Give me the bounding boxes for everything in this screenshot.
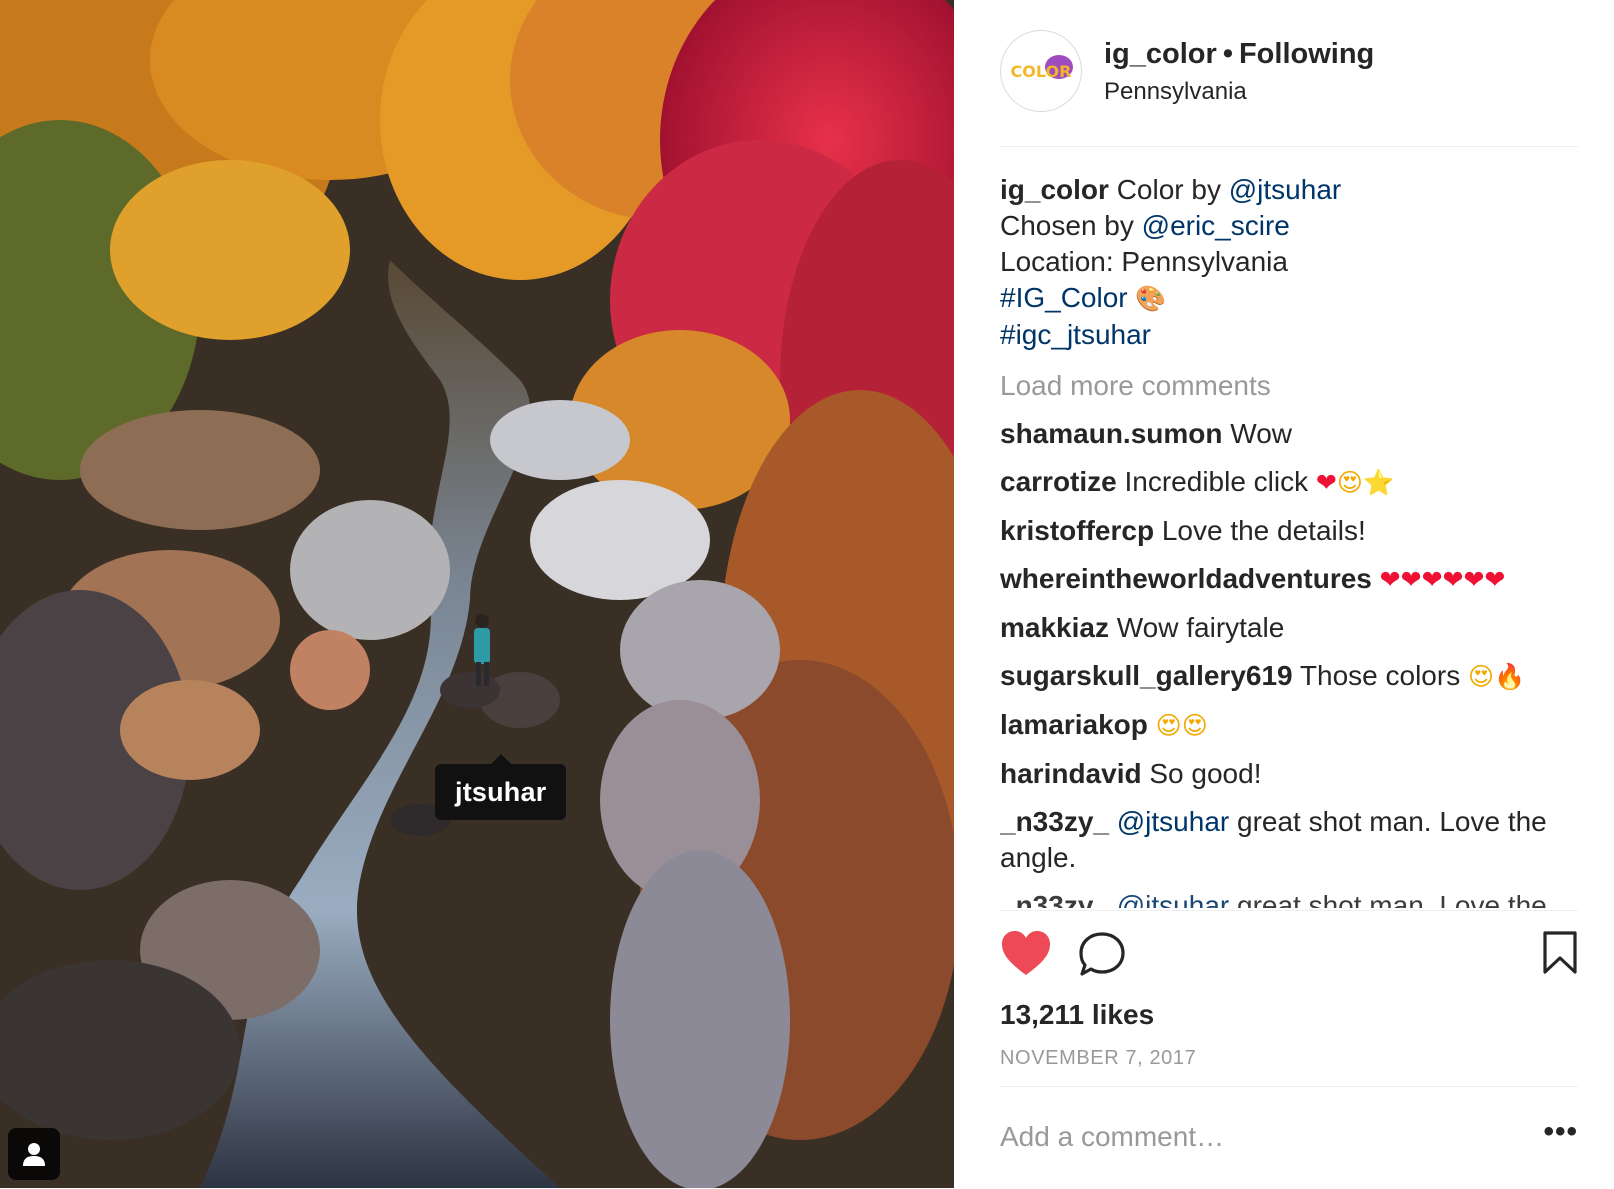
comment-text: Those colors xyxy=(1299,660,1461,691)
heart-icon xyxy=(1002,931,1050,975)
avatar[interactable]: COLOR xyxy=(1000,30,1082,112)
follow-button[interactable]: Following xyxy=(1239,38,1374,70)
comment-icon xyxy=(1079,932,1125,976)
mention-link[interactable]: @eric_scire xyxy=(1142,210,1290,241)
comment: sugarskull_gallery619 Those colors 😍🔥 xyxy=(1000,658,1578,695)
heart-emoji: ❤ xyxy=(1484,565,1506,594)
comment: _n33zy_ @jtsuhar great shot man. Love th… xyxy=(1000,804,1578,876)
comment-username[interactable]: sugarskull_gallery619 xyxy=(1000,660,1293,691)
add-comment-bar: ••• xyxy=(1000,1086,1578,1189)
heart-emoji: ❤ xyxy=(1379,565,1401,594)
comment-text: Incredible click xyxy=(1124,466,1309,497)
mention-link[interactable]: @jtsuhar xyxy=(1117,890,1229,908)
avatar-text: COLOR xyxy=(1011,62,1072,81)
comment-username[interactable]: carrotize xyxy=(1000,466,1117,497)
comment-text: Wow fairytale xyxy=(1116,612,1285,643)
comment-username[interactable]: whereintheworldadventures xyxy=(1000,563,1372,594)
star-emoji: ⭐ xyxy=(1362,468,1395,497)
save-button[interactable] xyxy=(1542,931,1578,978)
autumn-creek-image xyxy=(0,0,954,1188)
add-comment-input[interactable] xyxy=(1000,1109,1500,1165)
header-title: ig_color • Following xyxy=(1104,38,1374,71)
comment: shamaun.sumon Wow xyxy=(1000,416,1578,452)
user-tag-jtsuhar[interactable]: jtsuhar xyxy=(435,754,567,820)
comment-text: Love the details! xyxy=(1161,515,1366,546)
caption-text: Color by xyxy=(1116,174,1229,205)
post-date: NOVEMBER 7, 2017 xyxy=(1000,1047,1197,1069)
post-actions: 13,211 likes NOVEMBER 7, 2017 xyxy=(1000,910,1578,1111)
heart-emoji: ❤ xyxy=(1421,565,1443,594)
post-sidebar: COLOR ig_color • Following Pennsylvania ig… xyxy=(954,0,1614,1188)
hashtag-link[interactable]: #igc_jtsuhar xyxy=(1000,319,1151,350)
heart-eyes-emoji: 😍 xyxy=(1155,711,1182,740)
heart-eyes-emoji: 😍 xyxy=(1336,468,1363,497)
more-options-button[interactable]: ••• xyxy=(1543,1117,1578,1147)
heart-emoji: ❤ xyxy=(1400,565,1422,594)
comment: carrotize Incredible click ❤😍⭐ xyxy=(1000,464,1578,501)
ig-color-logo: COLOR xyxy=(1011,55,1073,81)
likes-count[interactable]: 13,211 likes xyxy=(1000,999,1154,1031)
comment-button[interactable] xyxy=(1078,931,1126,980)
comment-username[interactable]: lamariakop xyxy=(1000,709,1148,740)
comment: kristoffercp Love the details! xyxy=(1000,513,1578,549)
comment-text: great shot man. Love the xyxy=(1237,890,1547,908)
caption-location-line: Location: Pennsylvania xyxy=(1000,246,1288,277)
comment-username[interactable]: shamaun.sumon xyxy=(1000,418,1222,449)
post-header: COLOR ig_color • Following Pennsylvania xyxy=(1000,30,1578,147)
bookmark-icon xyxy=(1543,931,1577,974)
header-username[interactable]: ig_color xyxy=(1104,38,1217,70)
fire-emoji: 🔥 xyxy=(1494,662,1526,691)
like-button[interactable] xyxy=(1000,929,1052,980)
caption: ig_color Color by @jtsuhar Chosen by @er… xyxy=(1000,172,1578,353)
comment: makkiaz Wow fairytale xyxy=(1000,610,1578,646)
mention-link[interactable]: @jtsuhar xyxy=(1229,174,1341,205)
header-location[interactable]: Pennsylvania xyxy=(1104,78,1247,106)
comment-username[interactable]: makkiaz xyxy=(1000,612,1109,643)
mention-link[interactable]: @jtsuhar xyxy=(1117,806,1229,837)
heart-emoji: ❤ xyxy=(1315,468,1337,497)
heart-emoji: ❤ xyxy=(1463,565,1485,594)
comment-username[interactable]: _n33zy_ xyxy=(1000,806,1109,837)
palette-emoji: 🎨 xyxy=(1135,284,1167,313)
hashtag-link[interactable]: #IG_Color xyxy=(1000,282,1128,313)
comment-username[interactable]: harindavid xyxy=(1000,758,1142,789)
load-more-comments-button[interactable]: Load more comments xyxy=(1000,368,1578,404)
heart-eyes-emoji: 😍 xyxy=(1181,711,1208,740)
comment: harindavid So good! xyxy=(1000,756,1578,792)
person-icon xyxy=(23,1143,45,1166)
comment-username[interactable]: _n33zy_ xyxy=(1000,890,1109,908)
post-photo[interactable]: jtsuhar xyxy=(0,0,954,1188)
caption-text: Chosen by xyxy=(1000,210,1142,241)
comment-username[interactable]: kristoffercp xyxy=(1000,515,1154,546)
header-separator: • xyxy=(1222,38,1233,70)
heart-emoji: ❤ xyxy=(1442,565,1464,594)
comment: _n33zy_ @jtsuhar great shot man. Love th… xyxy=(1000,888,1578,908)
comment: whereintheworldadventures ❤❤❤❤❤❤ xyxy=(1000,561,1578,598)
tags-toggle-button[interactable] xyxy=(8,1128,60,1180)
comment: lamariakop 😍😍 xyxy=(1000,707,1578,744)
comment-text: Wow xyxy=(1230,418,1292,449)
caption-username[interactable]: ig_color xyxy=(1000,174,1109,205)
heart-eyes-emoji: 😍 xyxy=(1467,662,1495,691)
comments-list[interactable]: ig_color Color by @jtsuhar Chosen by @er… xyxy=(1000,172,1578,908)
comment-text: So good! xyxy=(1149,758,1262,789)
